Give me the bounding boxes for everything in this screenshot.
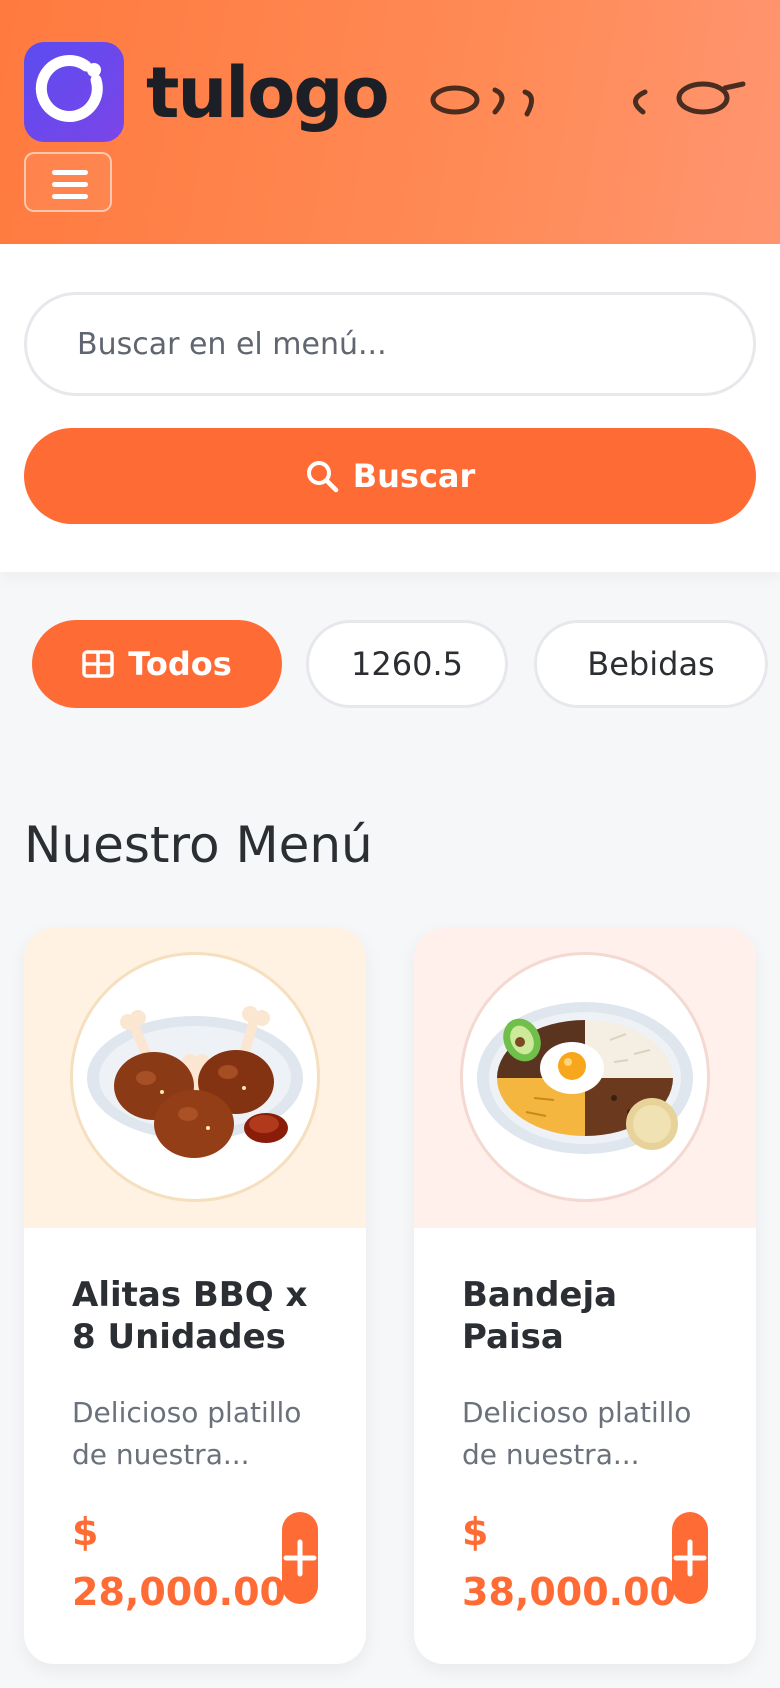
product-price: $ 28,000.00	[72, 1502, 312, 1622]
bbq-wings-plate-icon	[87, 1006, 303, 1158]
grid-icon	[82, 650, 114, 678]
menu-toggle-button[interactable]	[24, 152, 112, 212]
search-button-label: Buscar	[352, 457, 476, 495]
price-value: 28,000.00	[72, 1570, 286, 1614]
product-image[interactable]	[414, 928, 756, 1228]
add-to-cart-button[interactable]	[282, 1512, 318, 1604]
category-chip-1260[interactable]: 1260.5	[306, 620, 508, 708]
product-name: Alitas BBQ x 8 Unidades	[72, 1275, 308, 1357]
price-currency: $	[72, 1510, 99, 1554]
search-input[interactable]	[24, 292, 756, 396]
category-chip-label: Bebidas	[587, 645, 715, 683]
price-currency: $	[462, 1510, 489, 1554]
product-card[interactable]: Alitas BBQ x 8 Unidades Delicioso platil…	[24, 928, 366, 1664]
category-chip-bebidas[interactable]: Bebidas	[534, 620, 768, 708]
blurred-contact-info	[430, 81, 746, 117]
logo-icon[interactable]	[24, 42, 124, 142]
plus-icon	[283, 1539, 317, 1577]
product-description: Delicioso platillo de nuestra...	[462, 1396, 692, 1471]
plus-icon	[673, 1539, 707, 1577]
brand-name[interactable]: tulogo	[146, 52, 390, 134]
bandeja-paisa-plate-icon	[477, 1002, 693, 1154]
search-icon	[306, 461, 338, 493]
section-title: Nuestro Menú	[24, 816, 373, 874]
category-chip-label: Todos	[128, 645, 232, 683]
product-price: $ 38,000.00	[462, 1502, 702, 1622]
category-chip-label: 1260.5	[351, 645, 463, 683]
search-button[interactable]: Buscar	[24, 428, 756, 524]
app-header: tulogo	[0, 0, 780, 244]
product-card[interactable]: Bandeja Paisa Delicioso platillo de nues…	[414, 928, 756, 1664]
price-value: 38,000.00	[462, 1570, 676, 1614]
category-chip-todos[interactable]: Todos	[32, 620, 282, 708]
add-to-cart-button[interactable]	[672, 1512, 708, 1604]
product-image[interactable]	[24, 928, 366, 1228]
product-name: Bandeja Paisa	[462, 1275, 618, 1357]
product-description: Delicioso platillo de nuestra...	[72, 1396, 302, 1471]
